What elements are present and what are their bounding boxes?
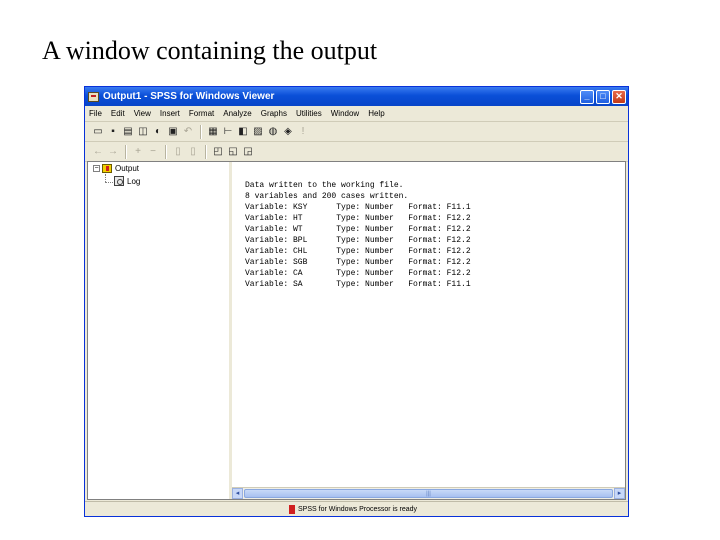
horizontal-scrollbar[interactable]: ◂ ||| ▸ xyxy=(232,487,625,499)
outline-item-label[interactable]: Log xyxy=(127,177,140,186)
outline-item-log[interactable]: Log xyxy=(114,176,140,186)
log-line: Data written to the working file. xyxy=(245,181,404,190)
spss-app-icon[interactable] xyxy=(88,91,99,102)
scroll-right-button[interactable]: ▸ xyxy=(614,488,625,499)
variables-icon[interactable]: ◧ xyxy=(236,125,250,139)
insert-text-icon[interactable]: ◲ xyxy=(241,145,255,159)
processor-status-icon xyxy=(289,504,295,514)
log-output: Data written to the working file. 8 varia… xyxy=(245,180,471,290)
main-toolbar: ▭ ▪ ▤ ◫ ◐ ▣ ↶ ▦ ⊢ ◧ ▨ ◍ ◈ ! xyxy=(85,122,628,142)
output-book-icon xyxy=(102,164,112,173)
tree-connector xyxy=(105,174,106,182)
log-line: Variable: SGB Type: Number Format: F12.2 xyxy=(245,258,471,267)
viewer-content: − Output Log Data written to the working… xyxy=(87,161,626,500)
menu-utilities[interactable]: Utilities xyxy=(296,109,322,118)
log-icon xyxy=(114,176,124,186)
recall-dialog-icon[interactable]: ▣ xyxy=(166,125,180,139)
log-line: 8 variables and 200 cases written. xyxy=(245,192,409,201)
outline-root[interactable]: − Output xyxy=(93,164,139,173)
save-icon[interactable]: ▪ xyxy=(106,125,120,139)
maximize-button[interactable]: □ xyxy=(596,89,610,104)
outline-toolbar: ← → + − ▯ ▯ ◰ ◱ ◲ xyxy=(85,142,628,162)
menu-graphs[interactable]: Graphs xyxy=(261,109,287,118)
print-icon[interactable]: ▤ xyxy=(121,125,135,139)
menu-view[interactable]: View xyxy=(134,109,151,118)
open-icon[interactable]: ▭ xyxy=(91,125,105,139)
undo-icon[interactable]: ↶ xyxy=(181,125,195,139)
outline-pane[interactable]: − Output Log xyxy=(88,162,232,499)
goto-data-icon[interactable]: ▦ xyxy=(206,125,220,139)
insert-heading-icon[interactable]: ◰ xyxy=(211,145,225,159)
scroll-left-button[interactable]: ◂ xyxy=(232,488,243,499)
log-line: Variable: WT Type: Number Format: F12.2 xyxy=(245,225,471,234)
log-line: Variable: HT Type: Number Format: F12.2 xyxy=(245,214,471,223)
goto-case-icon[interactable]: ⊢ xyxy=(221,125,235,139)
log-line: Variable: KSY Type: Number Format: F11.1 xyxy=(245,203,471,212)
expand-icon[interactable]: + xyxy=(131,145,145,159)
toolbar-separator xyxy=(205,144,207,159)
toolbar-separator xyxy=(165,144,167,159)
menu-window[interactable]: Window xyxy=(331,109,359,118)
contents-pane[interactable]: Data written to the working file. 8 varia… xyxy=(232,162,625,499)
title-bar[interactable]: Output1 - SPSS for Windows Viewer _ □ ✕ xyxy=(85,87,628,106)
designate-window-icon[interactable]: ◍ xyxy=(266,125,280,139)
minimize-button[interactable]: _ xyxy=(580,89,594,104)
menu-file[interactable]: File xyxy=(89,109,102,118)
demote-icon[interactable]: → xyxy=(106,145,120,159)
toolbar-separator xyxy=(125,144,127,159)
menu-insert[interactable]: Insert xyxy=(160,109,180,118)
close-button[interactable]: ✕ xyxy=(612,89,626,104)
tree-connector xyxy=(105,182,113,183)
print-preview-icon[interactable]: ◫ xyxy=(136,125,150,139)
status-text: SPSS for Windows Processor is ready xyxy=(298,505,418,513)
slide-title: A window containing the output xyxy=(42,36,378,65)
show-icon[interactable]: ▯ xyxy=(171,145,185,159)
menu-format[interactable]: Format xyxy=(189,109,214,118)
grip-icon: ||| xyxy=(426,490,431,497)
export-icon[interactable]: ◐ xyxy=(151,125,165,139)
collapse-toggle[interactable]: − xyxy=(93,165,100,172)
log-line: Variable: CA Type: Number Format: F12.2 xyxy=(245,269,471,278)
toolbar-separator xyxy=(200,124,202,139)
log-line: Variable: CHL Type: Number Format: F12.2 xyxy=(245,247,471,256)
hide-icon[interactable]: ▯ xyxy=(186,145,200,159)
menu-help[interactable]: Help xyxy=(368,109,384,118)
log-line: Variable: BPL Type: Number Format: F12.2 xyxy=(245,236,471,245)
outline-root-label[interactable]: Output xyxy=(115,164,139,173)
scroll-thumb[interactable]: ||| xyxy=(244,489,613,498)
find-icon[interactable]: ▨ xyxy=(251,125,265,139)
collapse-icon[interactable]: − xyxy=(146,145,160,159)
promote-icon[interactable]: ← xyxy=(91,145,105,159)
menu-bar: File Edit View Insert Format Analyze Gra… xyxy=(85,106,628,122)
insert-title-icon[interactable]: ◱ xyxy=(226,145,240,159)
run-icon[interactable]: ! xyxy=(296,125,310,139)
menu-edit[interactable]: Edit xyxy=(111,109,125,118)
window-title: Output1 - SPSS for Windows Viewer xyxy=(103,91,275,102)
status-bar: SPSS for Windows Processor is ready xyxy=(85,501,628,516)
status-processor: SPSS for Windows Processor is ready xyxy=(289,504,418,514)
select-last-output-icon[interactable]: ◈ xyxy=(281,125,295,139)
menu-analyze[interactable]: Analyze xyxy=(223,109,251,118)
spss-viewer-window: Output1 - SPSS for Windows Viewer _ □ ✕ … xyxy=(84,86,629,517)
log-line: Variable: SA Type: Number Format: F11.1 xyxy=(245,280,471,289)
